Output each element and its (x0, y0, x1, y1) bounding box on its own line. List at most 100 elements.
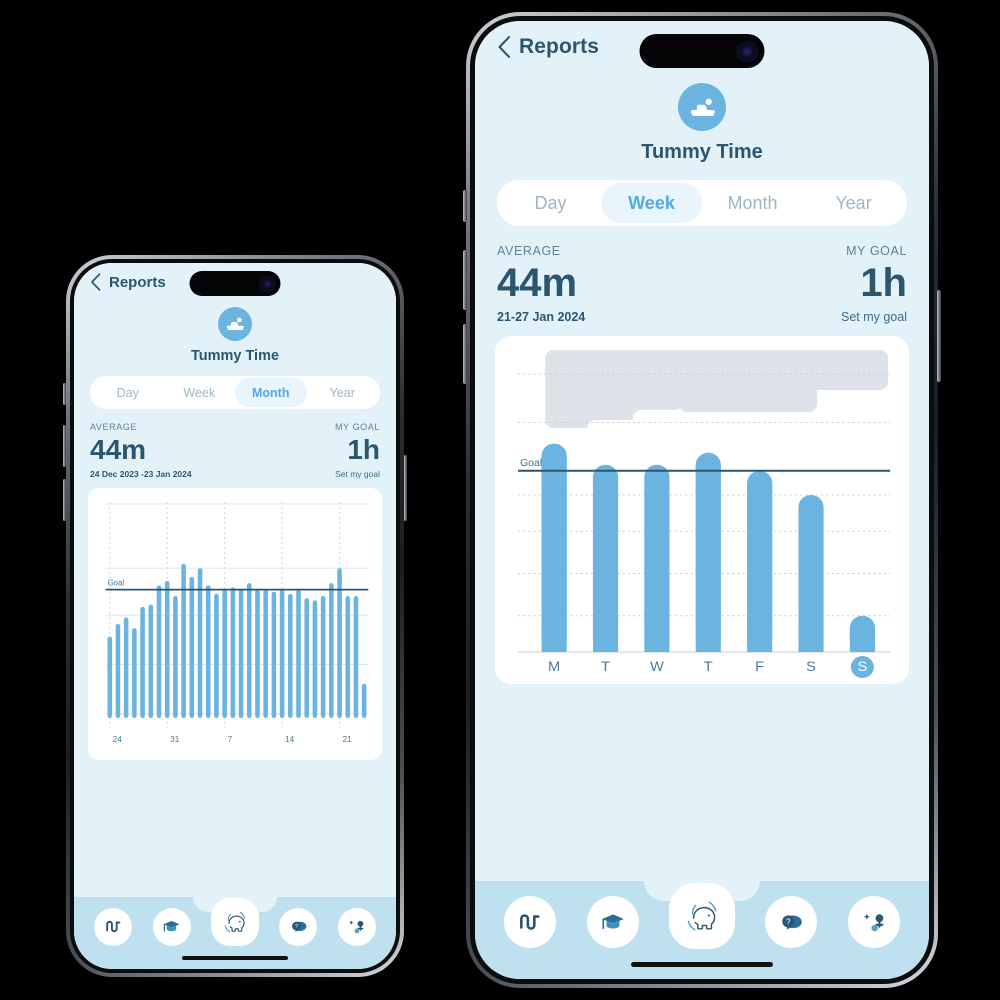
period-segmented-control[interactable]: Day Week Month Year (497, 180, 907, 226)
svg-text:?: ? (786, 917, 791, 926)
volume-up-button[interactable] (463, 250, 467, 310)
front-camera-icon (738, 42, 756, 60)
chevron-left-icon (91, 273, 101, 291)
tab-month[interactable]: Month (235, 378, 307, 407)
bar-6 (156, 585, 162, 718)
tab-day[interactable]: Day (92, 378, 164, 407)
x-label-1: T (601, 659, 610, 675)
bar-31 (361, 683, 367, 718)
question-chat-icon: ? (782, 915, 803, 930)
x-label-2: 7 (228, 734, 233, 744)
set-my-goal-link[interactable]: Set my goal (335, 469, 380, 479)
nav-learn-button[interactable] (586, 896, 639, 948)
back-to-reports-button[interactable]: Reports (497, 35, 599, 59)
nav-ask-button[interactable]: ? (765, 896, 818, 948)
week-bar-chart[interactable]: Goal M T W T F S S (495, 336, 909, 684)
chart-gridlines (105, 503, 369, 715)
nav-learn-button[interactable] (152, 907, 191, 946)
nav-home-button[interactable] (210, 898, 259, 946)
power-button[interactable] (937, 290, 941, 382)
nav-add-child-button[interactable] (337, 907, 376, 946)
tummy-time-baby-icon (218, 307, 252, 341)
average-stat: AVERAGE 44m 24 Dec 2023 -23 Jan 2024 (90, 422, 192, 479)
hero-section: Tummy Time (475, 83, 929, 164)
chevron-left-icon (498, 36, 511, 58)
bar-29 (345, 596, 351, 718)
stats-row: AVERAGE 44m 24 Dec 2023 -23 Jan 2024 MY … (90, 422, 380, 479)
set-my-goal-link[interactable]: Set my goal (841, 310, 907, 324)
average-caption: AVERAGE (90, 422, 138, 432)
date-range: 21-27 Jan 2024 (497, 310, 586, 324)
back-label: Reports (109, 273, 166, 291)
tab-year[interactable]: Year (803, 183, 904, 223)
goal-stat: MY GOAL 1h Set my goal (841, 244, 907, 324)
question-chat-icon: ? (291, 921, 307, 932)
bar-20 (271, 591, 277, 718)
graduation-cap-icon (163, 920, 180, 932)
hero-section: Tummy Time (74, 307, 396, 364)
bar-9 (181, 563, 186, 718)
stats-row: AVERAGE 44m 21-27 Jan 2024 MY GOAL 1h Se… (497, 244, 907, 324)
graduation-cap-icon (601, 914, 624, 930)
x-label-0: M (548, 659, 560, 675)
x-label-4: F (755, 659, 764, 675)
chart-bars[interactable] (541, 443, 875, 652)
dynamic-island (189, 271, 281, 296)
tab-day[interactable]: Day (500, 183, 601, 223)
home-indicator (631, 962, 773, 967)
front-camera-icon (261, 277, 274, 290)
nav-activity-button[interactable] (94, 907, 133, 946)
period-segmented-control[interactable]: Day Week Month Year (90, 376, 380, 409)
average-stat: AVERAGE 44m 21-27 Jan 2024 (497, 244, 585, 324)
nav-add-child-button[interactable] (847, 896, 900, 948)
bar-17 (246, 583, 252, 718)
mute-switch[interactable] (463, 190, 467, 222)
chart-card: Goal 24 31 7 14 21 (88, 488, 382, 760)
volume-down-button[interactable] (463, 324, 467, 384)
chart-card: Goal M T W T F S S (495, 336, 909, 684)
tab-month[interactable]: Month (702, 183, 803, 223)
elephant-home-icon (224, 911, 246, 933)
bar-12 (205, 585, 211, 718)
tab-year[interactable]: Year (307, 378, 379, 407)
bar-13 (214, 593, 219, 718)
bar-22 (288, 593, 293, 718)
nav-activity-button[interactable] (504, 896, 557, 948)
mute-switch[interactable] (63, 383, 66, 405)
small-phone-screen: Reports Tummy Time Day Week Month Year A… (74, 263, 396, 969)
svg-text:?: ? (295, 924, 298, 930)
bar-3 (132, 628, 137, 718)
month-bar-chart[interactable]: Goal 24 31 7 14 21 (88, 488, 382, 760)
chart-x-labels: 24 31 7 14 21 (113, 734, 352, 744)
power-button[interactable] (404, 455, 407, 521)
bar-21 (279, 589, 285, 718)
add-child-icon (349, 920, 364, 934)
volume-up-button[interactable] (63, 425, 66, 467)
goal-line: Goal (105, 579, 369, 591)
bar-10 (189, 576, 195, 718)
x-label-2: W (650, 659, 664, 675)
x-label-0: 24 (113, 734, 123, 744)
large-phone-screen: Reports Tummy Time Day Week Month Year A… (475, 21, 929, 979)
nav-home-button[interactable] (668, 883, 735, 949)
goal-label: Goal (108, 579, 125, 588)
bar-26 (320, 596, 326, 718)
volume-down-button[interactable] (63, 479, 66, 521)
back-to-reports-button[interactable]: Reports (90, 273, 166, 291)
bar-7 (164, 581, 170, 718)
dynamic-island (639, 34, 765, 68)
bar-2 (123, 617, 129, 718)
goal-caption: MY GOAL (334, 422, 380, 432)
bar-18 (255, 589, 260, 718)
tab-week[interactable]: Week (164, 378, 236, 407)
bar-5 (148, 604, 154, 718)
large-phone-device: Reports Tummy Time Day Week Month Year A… (463, 12, 941, 988)
nav-ask-button[interactable]: ? (279, 907, 318, 946)
wave-activity-icon (105, 920, 121, 933)
bar-30 (353, 596, 359, 718)
bar-0 (107, 636, 113, 718)
tab-week[interactable]: Week (601, 183, 702, 223)
chart-bars[interactable] (107, 563, 367, 718)
